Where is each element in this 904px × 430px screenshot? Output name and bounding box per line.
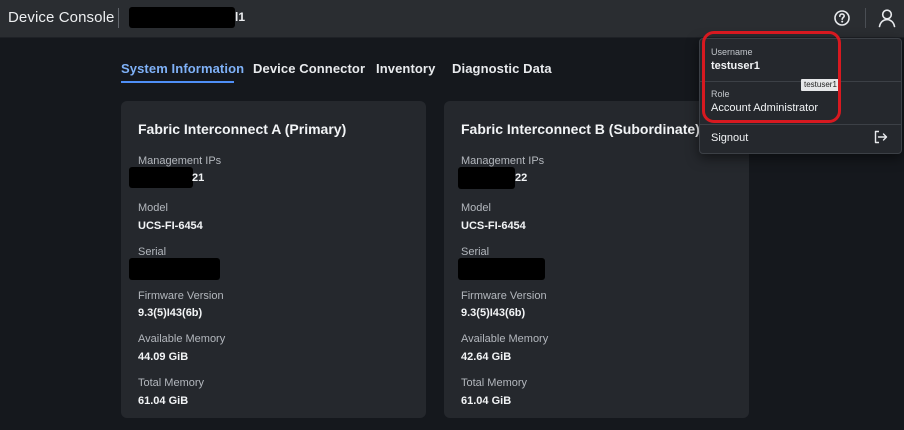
header-divider	[118, 8, 119, 28]
signout-icon[interactable]	[873, 129, 889, 145]
card-title: Fabric Interconnect A (Primary)	[138, 121, 347, 137]
model-label: Model	[138, 202, 168, 214]
user-icon[interactable]	[876, 7, 898, 29]
available-memory-label: Available Memory	[138, 333, 226, 345]
firmware-value: 9.3(5)I43(6b)	[461, 307, 526, 319]
help-circle-icon[interactable]	[832, 8, 852, 28]
firmware-label: Firmware Version	[461, 290, 547, 302]
role-value: Account Administrator	[711, 102, 818, 114]
total-memory-label: Total Memory	[138, 377, 205, 389]
model-value: UCS-FI-6454	[461, 220, 526, 232]
model-value: UCS-FI-6454	[138, 220, 203, 232]
model-label: Model	[461, 202, 491, 214]
signout-menu-item[interactable]: Signout	[711, 132, 748, 144]
header-divider-right	[865, 8, 866, 28]
username-tooltip: testuser1	[801, 79, 840, 91]
device-name-suffix: l1	[235, 10, 246, 24]
management-ips-label: Management IPs	[461, 155, 545, 167]
tab-diagnostic-data[interactable]: Diagnostic Data	[452, 61, 552, 76]
tab-inventory[interactable]: Inventory	[376, 61, 435, 76]
management-ip-suffix: 22	[515, 172, 528, 184]
menu-divider	[700, 124, 901, 125]
redacted-serial	[129, 258, 220, 280]
top-header: Device Console l1	[0, 0, 904, 38]
app-title: Device Console	[8, 9, 115, 26]
redacted-management-ip	[129, 167, 193, 188]
available-memory-label: Available Memory	[461, 333, 549, 345]
total-memory-value: 61.04 GiB	[138, 395, 189, 407]
active-tab-underline	[121, 81, 234, 83]
username-label: Username	[711, 47, 753, 57]
total-memory-label: Total Memory	[461, 377, 528, 389]
redacted-device-name	[129, 7, 235, 28]
available-memory-value: 42.64 GiB	[461, 351, 512, 363]
redacted-management-ip	[458, 167, 515, 189]
serial-label: Serial	[461, 246, 490, 258]
serial-label: Serial	[138, 246, 167, 258]
redacted-serial	[458, 258, 545, 280]
username-value: testuser1	[711, 60, 760, 72]
card-title: Fabric Interconnect B (Subordinate)	[461, 121, 700, 137]
available-memory-value: 44.09 GiB	[138, 351, 189, 363]
fabric-interconnect-a-card: Fabric Interconnect A (Primary) Manageme…	[121, 101, 426, 418]
tab-device-connector[interactable]: Device Connector	[253, 61, 365, 76]
firmware-value: 9.3(5)I43(6b)	[138, 307, 203, 319]
user-menu-dropdown: Username testuser1 Role Account Administ…	[699, 38, 902, 154]
total-memory-value: 61.04 GiB	[461, 395, 512, 407]
management-ips-label: Management IPs	[138, 155, 222, 167]
tab-system-information[interactable]: System Information	[121, 61, 244, 76]
firmware-label: Firmware Version	[138, 290, 224, 302]
management-ip-suffix: 21	[192, 172, 205, 184]
role-label: Role	[711, 89, 730, 99]
